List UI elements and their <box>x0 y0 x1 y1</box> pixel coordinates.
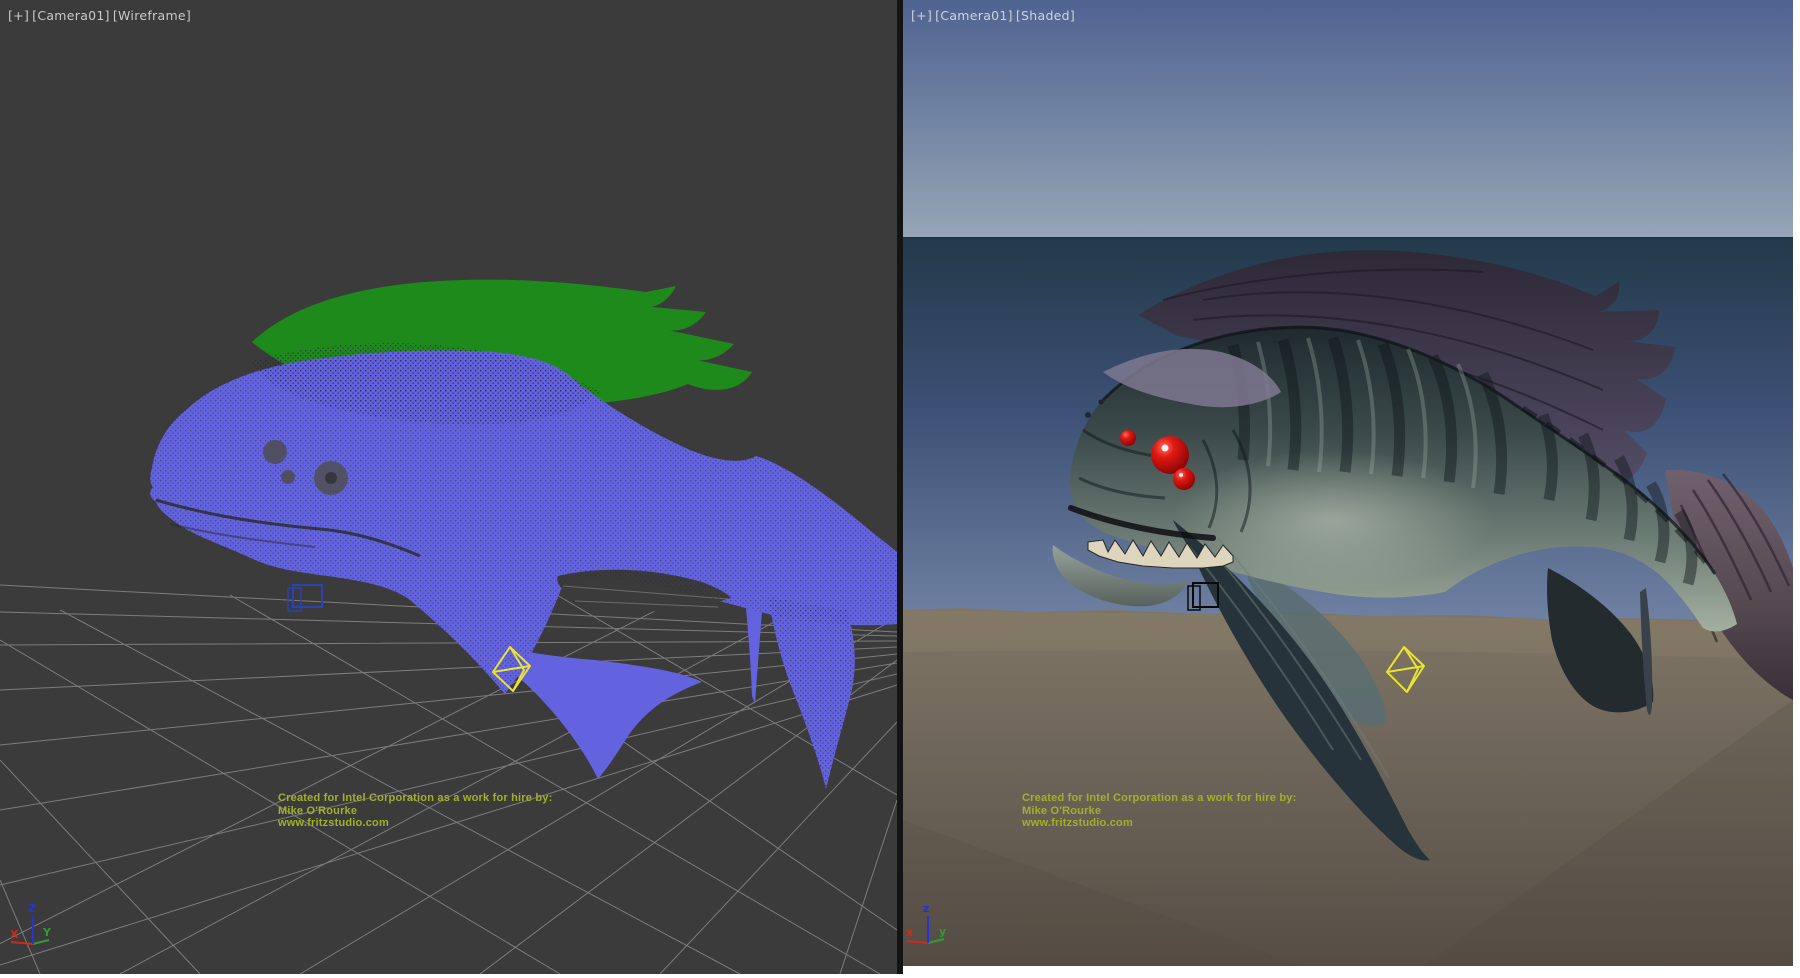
fish-eye-small <box>1120 430 1136 446</box>
axis-y-label: y <box>939 925 946 938</box>
fish-eye-mid <box>1173 468 1195 490</box>
credit-line-2: Mike O'Rourke <box>278 805 552 818</box>
viewport-general-menu[interactable]: [+] <box>911 8 932 23</box>
screenshot-stage: X Y Z [+] [Camera01] [Wireframe] Created… <box>0 0 1800 978</box>
viewport-right[interactable]: x y z [+] [Camera01] [Shaded] Created fo… <box>903 0 1793 966</box>
viewport-menu-left: [+] [Camera01] [Wireframe] <box>8 8 191 23</box>
viewport-pov-menu[interactable]: [Camera01] <box>935 8 1013 23</box>
axis-y-label: Y <box>42 926 52 939</box>
axis-x-label: X <box>10 928 19 941</box>
credit-line-1: Created for Intel Corporation as a work … <box>278 792 552 805</box>
credit-line-1: Created for Intel Corporation as a work … <box>1022 792 1296 805</box>
credit-line-3: www.fritzstudio.com <box>1022 817 1296 830</box>
viewport-shading-menu[interactable]: [Wireframe] <box>113 8 191 23</box>
sky-background <box>903 0 1793 238</box>
nostril-2 <box>1099 400 1104 405</box>
ground-plane-wireframe[interactable] <box>0 585 897 974</box>
axis-z-label: Z <box>28 902 36 915</box>
nostril <box>1085 412 1091 418</box>
viewport-menu-right: [+] [Camera01] [Shaded] <box>911 8 1075 23</box>
fish-wireframe-model[interactable] <box>150 280 897 789</box>
viewport-shading-menu[interactable]: [Shaded] <box>1016 8 1075 23</box>
box-helper-left[interactable] <box>288 585 322 611</box>
viewport-pov-menu[interactable]: [Camera01] <box>32 8 110 23</box>
credit-text-left: Created for Intel Corporation as a work … <box>278 792 552 830</box>
viewport-left[interactable]: X Y Z [+] [Camera01] [Wireframe] Created… <box>0 0 897 974</box>
axis-z-label: z <box>923 902 929 915</box>
lobe-stipple <box>768 596 855 789</box>
axis-x-label: x <box>906 926 913 939</box>
credit-line-3: www.fritzstudio.com <box>278 817 552 830</box>
fish-eye-large-specular <box>1162 445 1169 452</box>
credit-line-2: Mike O'Rourke <box>1022 805 1296 818</box>
viewport-general-menu[interactable]: [+] <box>8 8 29 23</box>
credit-text-right: Created for Intel Corporation as a work … <box>1022 792 1296 830</box>
axis-tripod-left: X Y Z <box>10 902 52 944</box>
fish-eye-spot-large-center <box>325 472 337 484</box>
fish-eye-mid-specular <box>1179 473 1183 477</box>
fish-eye-spot-small <box>281 470 295 484</box>
fish-eye-spot-mid <box>263 440 287 464</box>
